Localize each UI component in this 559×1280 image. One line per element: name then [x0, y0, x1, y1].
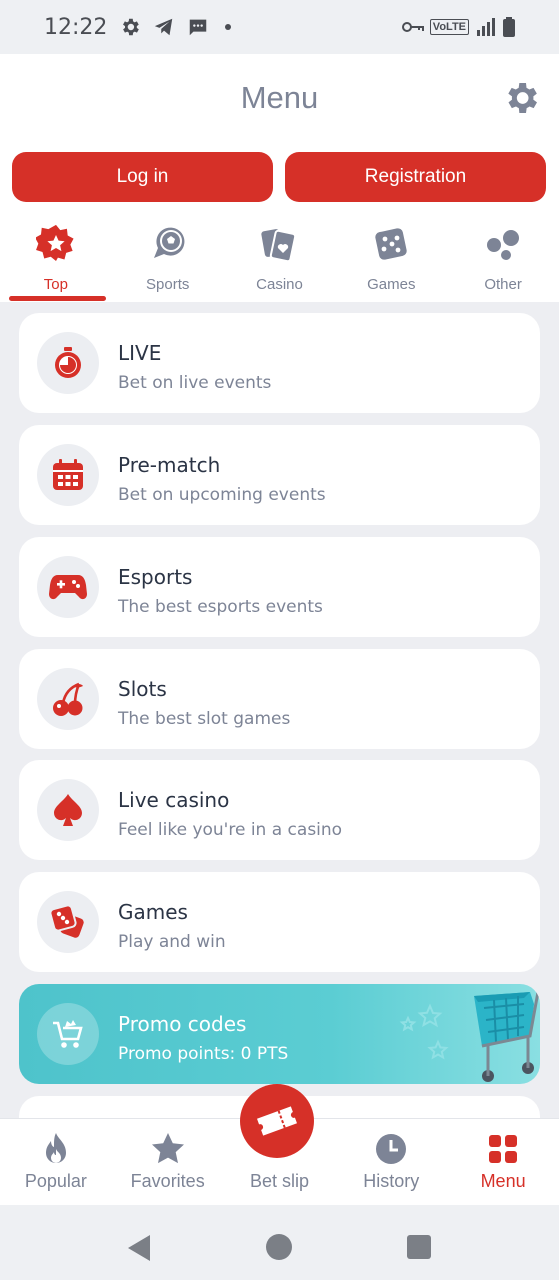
menu-item-live[interactable]: LIVE Bet on live events [19, 313, 540, 413]
tab-other[interactable]: Other [447, 220, 559, 300]
volte-badge: VoLTE [429, 19, 469, 35]
menu-item-title: Esports [118, 565, 193, 589]
menu-item-title: Slots [118, 677, 167, 701]
menu-item-title: Games [118, 900, 188, 924]
cart-icon [53, 1020, 83, 1048]
gamepad-icon [49, 575, 87, 600]
tab-label: Top [43, 276, 68, 293]
menu-item-subtitle: The best esports events [118, 597, 323, 617]
spade-icon [53, 794, 83, 826]
signal-icon [477, 18, 495, 36]
tab-sports[interactable]: Sports [112, 220, 224, 300]
nav-label: Popular [24, 1171, 87, 1191]
settings-gear-icon[interactable] [501, 78, 541, 118]
tab-label: Sports [146, 276, 190, 293]
menu-item-slots[interactable]: Slots The best slot games [19, 649, 540, 749]
nav-label: Bet slip [249, 1171, 309, 1191]
tab-label: Casino [256, 276, 303, 293]
star-badge-icon [35, 224, 74, 262]
flame-icon [45, 1133, 66, 1163]
nav-label: Menu [480, 1171, 526, 1191]
registration-button[interactable]: Registration [285, 152, 546, 202]
telegram-icon [155, 18, 173, 36]
login-button[interactable]: Log in [12, 152, 273, 202]
bet-slip-button[interactable] [240, 1084, 314, 1158]
menu-item-title: Live casino [118, 788, 230, 812]
status-time: 12:22 [44, 14, 108, 40]
menu-item-title: LIVE [118, 341, 162, 365]
menu-item-title: Pre-match [118, 453, 221, 477]
menu-header: Menu Log in Registration Top Sports Casi… [0, 54, 559, 302]
menu-item-subtitle: The best slot games [118, 709, 291, 729]
menu-item-subtitle: Bet on upcoming events [118, 485, 326, 505]
key-icon [401, 22, 424, 32]
menu-item-promo-codes[interactable]: Promo codes Promo points: 0 PTS [19, 984, 540, 1084]
menu-item-subtitle: Play and win [118, 932, 226, 952]
menu-list: LIVE Bet on live events Pre-match Bet on… [0, 302, 559, 1118]
dot-icon [225, 24, 232, 30]
system-navigation-bar [0, 1205, 559, 1280]
tab-games[interactable]: Games [335, 220, 447, 300]
tab-label: Other [484, 276, 522, 293]
dice-icon [375, 228, 407, 260]
dice-icon [50, 904, 84, 938]
tab-top[interactable]: Top [0, 220, 112, 300]
promo-basket-illustration [399, 991, 540, 1082]
menu-item-esports[interactable]: Esports The best esports events [19, 537, 540, 637]
menu-item-games[interactable]: Games Play and win [19, 872, 540, 972]
stopwatch-icon [55, 347, 81, 378]
message-icon [190, 19, 207, 36]
menu-item-subtitle: Feel like you're in a casino [118, 820, 343, 840]
battery-icon [503, 17, 515, 37]
cherries-icon [53, 682, 83, 716]
page-title: Menu [240, 80, 319, 115]
recent-apps-icon[interactable] [407, 1235, 431, 1259]
circles-icon [487, 230, 520, 260]
menu-item-subtitle: Promo points: 0 PTS [118, 1044, 289, 1064]
cards-icon [261, 229, 297, 263]
menu-item-title: Promo codes [118, 1012, 247, 1036]
grid-icon [489, 1135, 518, 1163]
clock-icon [376, 1134, 407, 1164]
nav-label: Favorites [130, 1171, 205, 1191]
tab-label: Games [367, 276, 416, 293]
home-icon[interactable] [266, 1234, 292, 1260]
active-tab-indicator [9, 296, 106, 301]
category-tabs: Top Sports Casino Games Other [0, 220, 559, 300]
menu-item-subtitle: Bet on live events [118, 373, 272, 393]
nav-history[interactable]: History [335, 1119, 447, 1205]
menu-item-prematch[interactable]: Pre-match Bet on upcoming events [19, 425, 540, 525]
tab-casino[interactable]: Casino [224, 220, 336, 300]
gear-icon [123, 18, 140, 36]
nav-label: History [363, 1171, 420, 1191]
ticket-icon [257, 1106, 297, 1136]
nav-favorites[interactable]: Favorites [112, 1119, 224, 1205]
menu-item-live-casino[interactable]: Live casino Feel like you're in a casino [19, 760, 540, 860]
nav-popular[interactable]: Popular [0, 1119, 112, 1205]
calendar-icon [53, 459, 83, 490]
nav-menu[interactable]: Menu [447, 1119, 559, 1205]
ball-icon [153, 227, 185, 258]
star-icon [151, 1133, 184, 1164]
back-icon[interactable] [126, 1233, 152, 1263]
status-bar: 12:22 VoLTE [0, 0, 559, 54]
